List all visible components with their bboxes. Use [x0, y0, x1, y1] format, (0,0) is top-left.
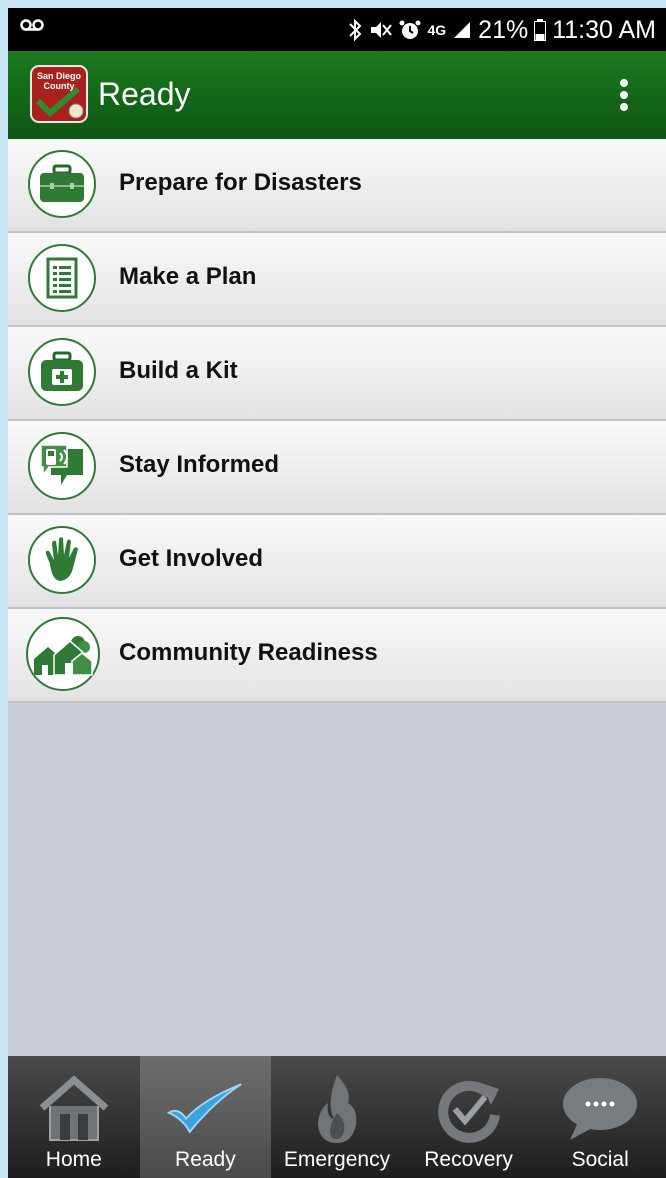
status-bar: 4G 21% 11:30 AM	[8, 8, 666, 51]
battery-percent: 21%	[478, 15, 529, 44]
menu-item-make-a-plan[interactable]: Make a Plan	[8, 233, 666, 327]
menu-list: Prepare for Disasters Make a Plan Build …	[8, 139, 666, 703]
menu-item-label: Stay Informed	[119, 451, 280, 478]
tab-label: Recovery	[424, 1148, 513, 1171]
first-aid-kit-icon	[28, 338, 96, 406]
recovery-icon	[429, 1070, 509, 1148]
tab-social[interactable]: Social	[534, 1056, 666, 1178]
flame-icon	[297, 1070, 377, 1148]
briefcase-icon	[28, 150, 96, 218]
menu-item-label: Prepare for Disasters	[119, 169, 362, 196]
app-bar: San Diego County Ready	[8, 51, 666, 139]
home-icon	[34, 1070, 114, 1148]
menu-item-label: Get Involved	[119, 545, 264, 572]
menu-item-build-a-kit[interactable]: Build a Kit	[8, 327, 666, 421]
tab-ready[interactable]: Ready	[139, 1056, 272, 1178]
alarm-icon	[399, 19, 421, 41]
tab-label: Home	[45, 1148, 102, 1171]
menu-item-stay-informed[interactable]: Stay Informed	[8, 421, 666, 515]
hand-icon	[28, 526, 96, 594]
menu-item-get-involved[interactable]: Get Involved	[8, 515, 666, 609]
menu-item-label: Build a Kit	[119, 357, 238, 384]
app-title: Ready	[98, 76, 191, 112]
menu-item-prepare-for-disasters[interactable]: Prepare for Disasters	[8, 139, 666, 233]
tab-emergency[interactable]: Emergency	[271, 1056, 403, 1178]
tab-label: Emergency	[283, 1148, 391, 1171]
bluetooth-icon	[347, 18, 363, 42]
voicemail-icon	[20, 18, 44, 37]
tab-home[interactable]: Home	[8, 1056, 140, 1178]
speech-bubble-icon	[560, 1070, 640, 1148]
lte-icon: 4G	[427, 22, 447, 38]
signal-icon	[452, 20, 472, 40]
tab-label: Social	[571, 1148, 629, 1171]
checkmark-icon	[165, 1070, 245, 1148]
clock: 11:30 AM	[552, 15, 656, 44]
device-screen: 4G 21% 11:30 AM San Diego County Ready P…	[8, 8, 666, 1178]
tab-label: Ready	[175, 1148, 236, 1171]
app-logo: San Diego County	[30, 65, 88, 123]
menu-item-label: Community Readiness	[119, 639, 378, 666]
document-icon	[28, 244, 96, 312]
bottom-tab-bar: Home Ready Emergency Recovery Social	[8, 1056, 666, 1178]
overflow-menu-icon[interactable]	[614, 79, 634, 115]
phone-chat-icon	[28, 432, 96, 500]
mute-icon	[369, 19, 393, 41]
houses-icon	[26, 617, 100, 691]
menu-item-community-readiness[interactable]: Community Readiness	[8, 609, 666, 703]
menu-item-label: Make a Plan	[119, 263, 257, 290]
tab-recovery[interactable]: Recovery	[403, 1056, 535, 1178]
battery-icon	[534, 19, 547, 41]
